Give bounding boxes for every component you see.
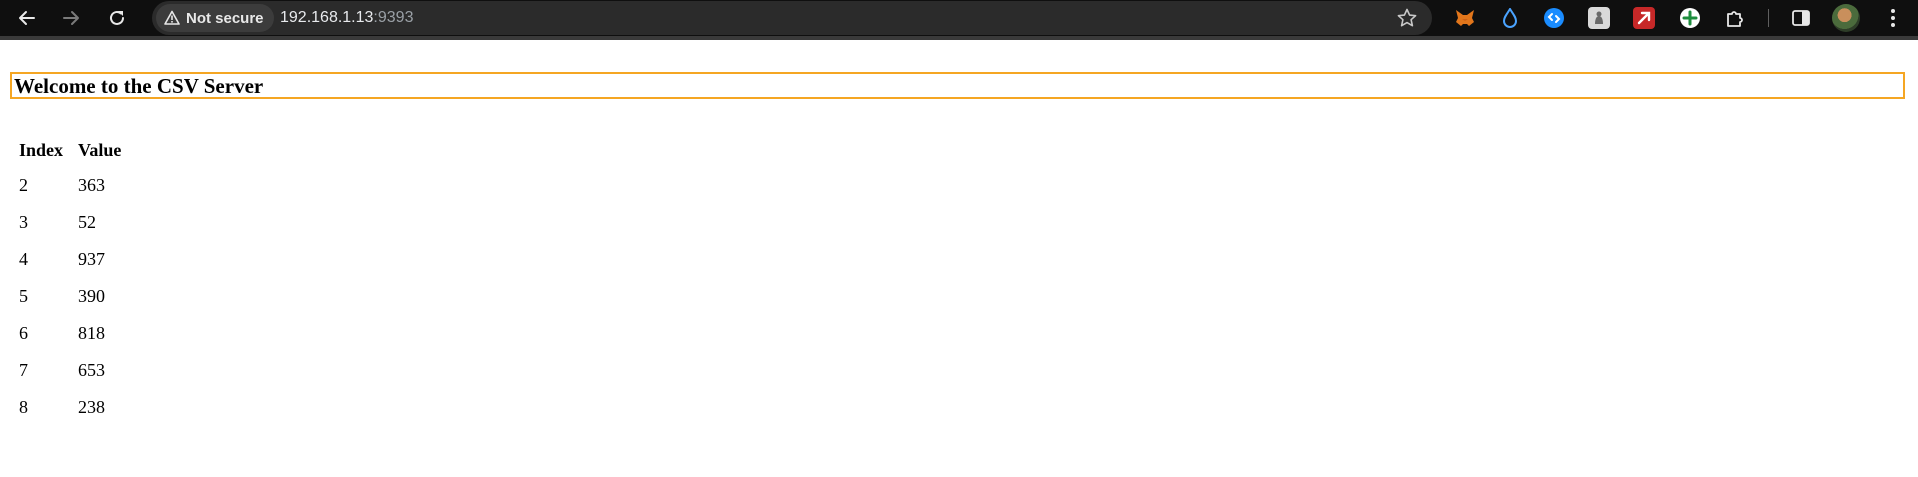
table-row: 8 238 [18, 390, 133, 425]
cell-value: 653 [78, 360, 106, 380]
table-row: 3 52 [18, 205, 133, 240]
cell-value: 363 [78, 175, 106, 195]
table-header-row: Index Value [18, 134, 133, 166]
table-row: 7 653 [18, 353, 133, 388]
cell-index: 2 [19, 175, 28, 195]
cell-value: 52 [78, 212, 97, 232]
metamask-icon[interactable] [1454, 7, 1476, 29]
cell-index: 4 [19, 249, 28, 269]
profile-avatar[interactable] [1832, 4, 1860, 32]
extension-gray-icon[interactable] [1588, 7, 1610, 29]
puzzle-icon[interactable] [1724, 7, 1746, 29]
menu-kebab-icon[interactable] [1882, 7, 1904, 29]
cell-index: 3 [19, 212, 28, 232]
security-indicator[interactable]: Not secure [156, 4, 274, 32]
column-header-value: Value [78, 139, 122, 160]
url-host: 192.168.1.13 [280, 9, 374, 26]
warning-icon [164, 10, 180, 25]
page-title: Welcome to the CSV Server [14, 74, 264, 98]
toolbar-edge [0, 36, 1918, 40]
heading-focus-box: Welcome to the CSV Server [10, 72, 1905, 99]
toolbar-divider [1768, 9, 1769, 27]
csv-table: Index Value 2 363 3 52 4 937 5 390 6 818… [16, 132, 135, 427]
cell-value: 390 [78, 286, 106, 306]
reload-button[interactable] [104, 5, 130, 31]
back-arrow-icon [19, 11, 35, 25]
bookmark-star-icon[interactable] [1396, 7, 1418, 34]
url-text[interactable]: 192.168.1.13:9393 [280, 9, 413, 27]
arrow-red-icon[interactable] [1633, 7, 1655, 29]
cell-value: 238 [78, 397, 106, 417]
browser-toolbar: Not secure 192.168.1.13:9393 [0, 0, 1918, 36]
cell-index: 8 [19, 397, 28, 417]
back-button[interactable] [14, 5, 40, 31]
cell-value: 937 [78, 249, 106, 269]
shazam-icon[interactable] [1543, 7, 1565, 29]
cell-index: 7 [19, 360, 28, 380]
url-port: :9393 [373, 9, 414, 26]
table-row: 6 818 [18, 316, 133, 351]
table-row: 2 363 [18, 168, 133, 203]
forward-arrow-icon [63, 11, 79, 25]
raindrop-icon[interactable] [1499, 7, 1521, 29]
cell-index: 5 [19, 286, 28, 306]
cell-value: 818 [78, 323, 106, 343]
add-green-icon[interactable] [1679, 7, 1701, 29]
forward-button[interactable] [58, 5, 84, 31]
reload-icon [110, 10, 124, 25]
table-row: 5 390 [18, 279, 133, 314]
side-panel-icon[interactable] [1790, 7, 1812, 29]
cell-index: 6 [19, 323, 28, 343]
column-header-index: Index [19, 139, 64, 160]
address-bar[interactable]: Not secure 192.168.1.13:9393 [152, 1, 1432, 35]
table-row: 4 937 [18, 242, 133, 277]
security-label: Not secure [186, 9, 264, 27]
